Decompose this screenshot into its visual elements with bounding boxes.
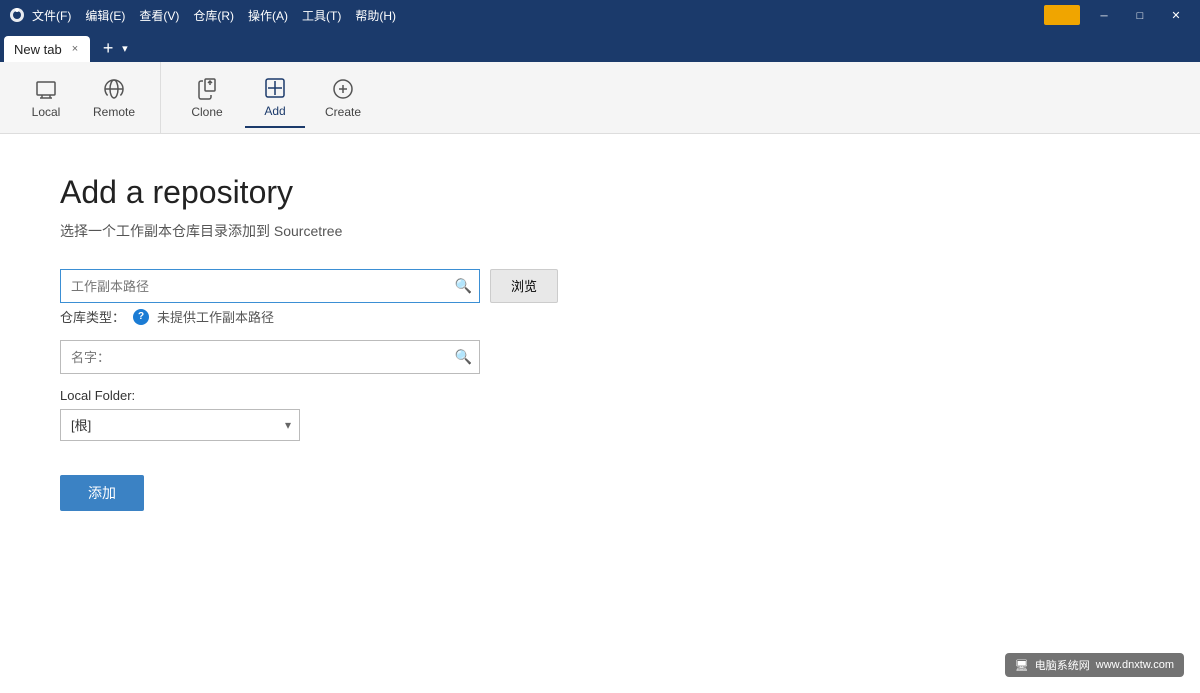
close-button[interactable] bbox=[1160, 5, 1192, 25]
local-folder-select-wrapper[interactable]: [根] ▾ bbox=[60, 409, 300, 441]
watermark-url: www.dnxtw.com bbox=[1096, 659, 1174, 671]
app-logo bbox=[8, 6, 26, 24]
path-input[interactable] bbox=[60, 269, 480, 303]
tab-close-button[interactable]: × bbox=[70, 43, 80, 55]
name-group: 🔍 bbox=[60, 340, 1140, 374]
local-label: Local bbox=[32, 105, 61, 119]
info-icon[interactable]: ? bbox=[133, 309, 149, 325]
window-controls bbox=[1088, 5, 1192, 25]
repo-type-label: 仓库类型： bbox=[60, 307, 125, 326]
toolbar-add-button[interactable]: Add bbox=[245, 68, 305, 128]
minimize-icon bbox=[1100, 8, 1107, 22]
clone-icon bbox=[195, 77, 219, 101]
add-label: Add bbox=[264, 104, 285, 118]
repo-type-row: 仓库类型： ? 未提供工作副本路径 bbox=[60, 307, 1140, 326]
name-input[interactable] bbox=[60, 340, 480, 374]
tab-bar: New tab × + ▾ bbox=[0, 30, 1200, 62]
menu-edit[interactable]: 编辑(E) bbox=[85, 7, 125, 24]
page-subtitle: 选择一个工作副本仓库目录添加到 Sourcetree bbox=[60, 221, 1140, 241]
add-repository-button[interactable]: 添加 bbox=[60, 475, 144, 511]
local-icon bbox=[34, 77, 58, 101]
toolbar-actions: Clone Add Create bbox=[161, 62, 389, 133]
remote-label: Remote bbox=[93, 105, 135, 119]
toolbar-local-button[interactable]: Local bbox=[16, 68, 76, 128]
local-folder-group: Local Folder: [根] ▾ bbox=[60, 388, 1140, 441]
create-icon bbox=[331, 77, 355, 101]
local-folder-select[interactable]: [根] bbox=[71, 418, 289, 433]
menu-repo[interactable]: 仓库(R) bbox=[193, 7, 234, 24]
menu-tools[interactable]: 工具(T) bbox=[302, 7, 341, 24]
tab-dropdown-button[interactable]: ▾ bbox=[122, 42, 128, 55]
remote-icon bbox=[102, 77, 126, 101]
watermark-icon: 🖥 bbox=[1015, 659, 1029, 672]
maximize-icon bbox=[1137, 8, 1144, 22]
watermark: 🖥 电脑系统网 www.dnxtw.com bbox=[1005, 653, 1184, 677]
browse-button[interactable]: 浏览 bbox=[490, 269, 558, 303]
name-input-wrapper: 🔍 bbox=[60, 340, 480, 374]
toolbar-create-button[interactable]: Create bbox=[313, 68, 373, 128]
close-icon bbox=[1171, 8, 1180, 22]
repo-type-value: 未提供工作副本路径 bbox=[157, 307, 274, 326]
path-row: 🔍 浏览 bbox=[60, 269, 1140, 303]
toolbar-clone-button[interactable]: Clone bbox=[177, 68, 237, 128]
new-tab-button[interactable]: + bbox=[96, 36, 120, 60]
minimize-button[interactable] bbox=[1088, 5, 1120, 25]
toolbar-local-remote: Local Remote bbox=[0, 62, 161, 133]
toolbar: Local Remote Clone bbox=[0, 62, 1200, 134]
clone-label: Clone bbox=[191, 105, 222, 119]
main-content: Add a repository 选择一个工作副本仓库目录添加到 Sourcet… bbox=[0, 134, 1200, 551]
maximize-button[interactable] bbox=[1124, 5, 1156, 25]
path-search-icon: 🔍 bbox=[455, 278, 472, 295]
watermark-text: 电脑系统网 bbox=[1035, 657, 1090, 673]
menu-file[interactable]: 文件(F) bbox=[32, 7, 71, 24]
name-search-icon: 🔍 bbox=[455, 349, 472, 366]
page-title: Add a repository bbox=[60, 174, 1140, 211]
menu-action[interactable]: 操作(A) bbox=[248, 7, 288, 24]
menu-view[interactable]: 查看(V) bbox=[139, 7, 179, 24]
local-folder-label: Local Folder: bbox=[60, 388, 1140, 403]
toolbar-remote-button[interactable]: Remote bbox=[84, 68, 144, 128]
add-icon bbox=[263, 76, 287, 100]
menu-help[interactable]: 帮助(H) bbox=[355, 7, 396, 24]
active-tab[interactable]: New tab × bbox=[4, 36, 90, 62]
tab-label: New tab bbox=[14, 42, 62, 57]
title-bar: 文件(F) 编辑(E) 查看(V) 仓库(R) 操作(A) 工具(T) 帮助(H… bbox=[0, 0, 1200, 30]
path-input-wrapper: 🔍 bbox=[60, 269, 480, 303]
create-label: Create bbox=[325, 105, 361, 119]
title-bar-badge bbox=[1044, 5, 1080, 25]
menu-bar: 文件(F) 编辑(E) 查看(V) 仓库(R) 操作(A) 工具(T) 帮助(H… bbox=[32, 7, 1044, 24]
